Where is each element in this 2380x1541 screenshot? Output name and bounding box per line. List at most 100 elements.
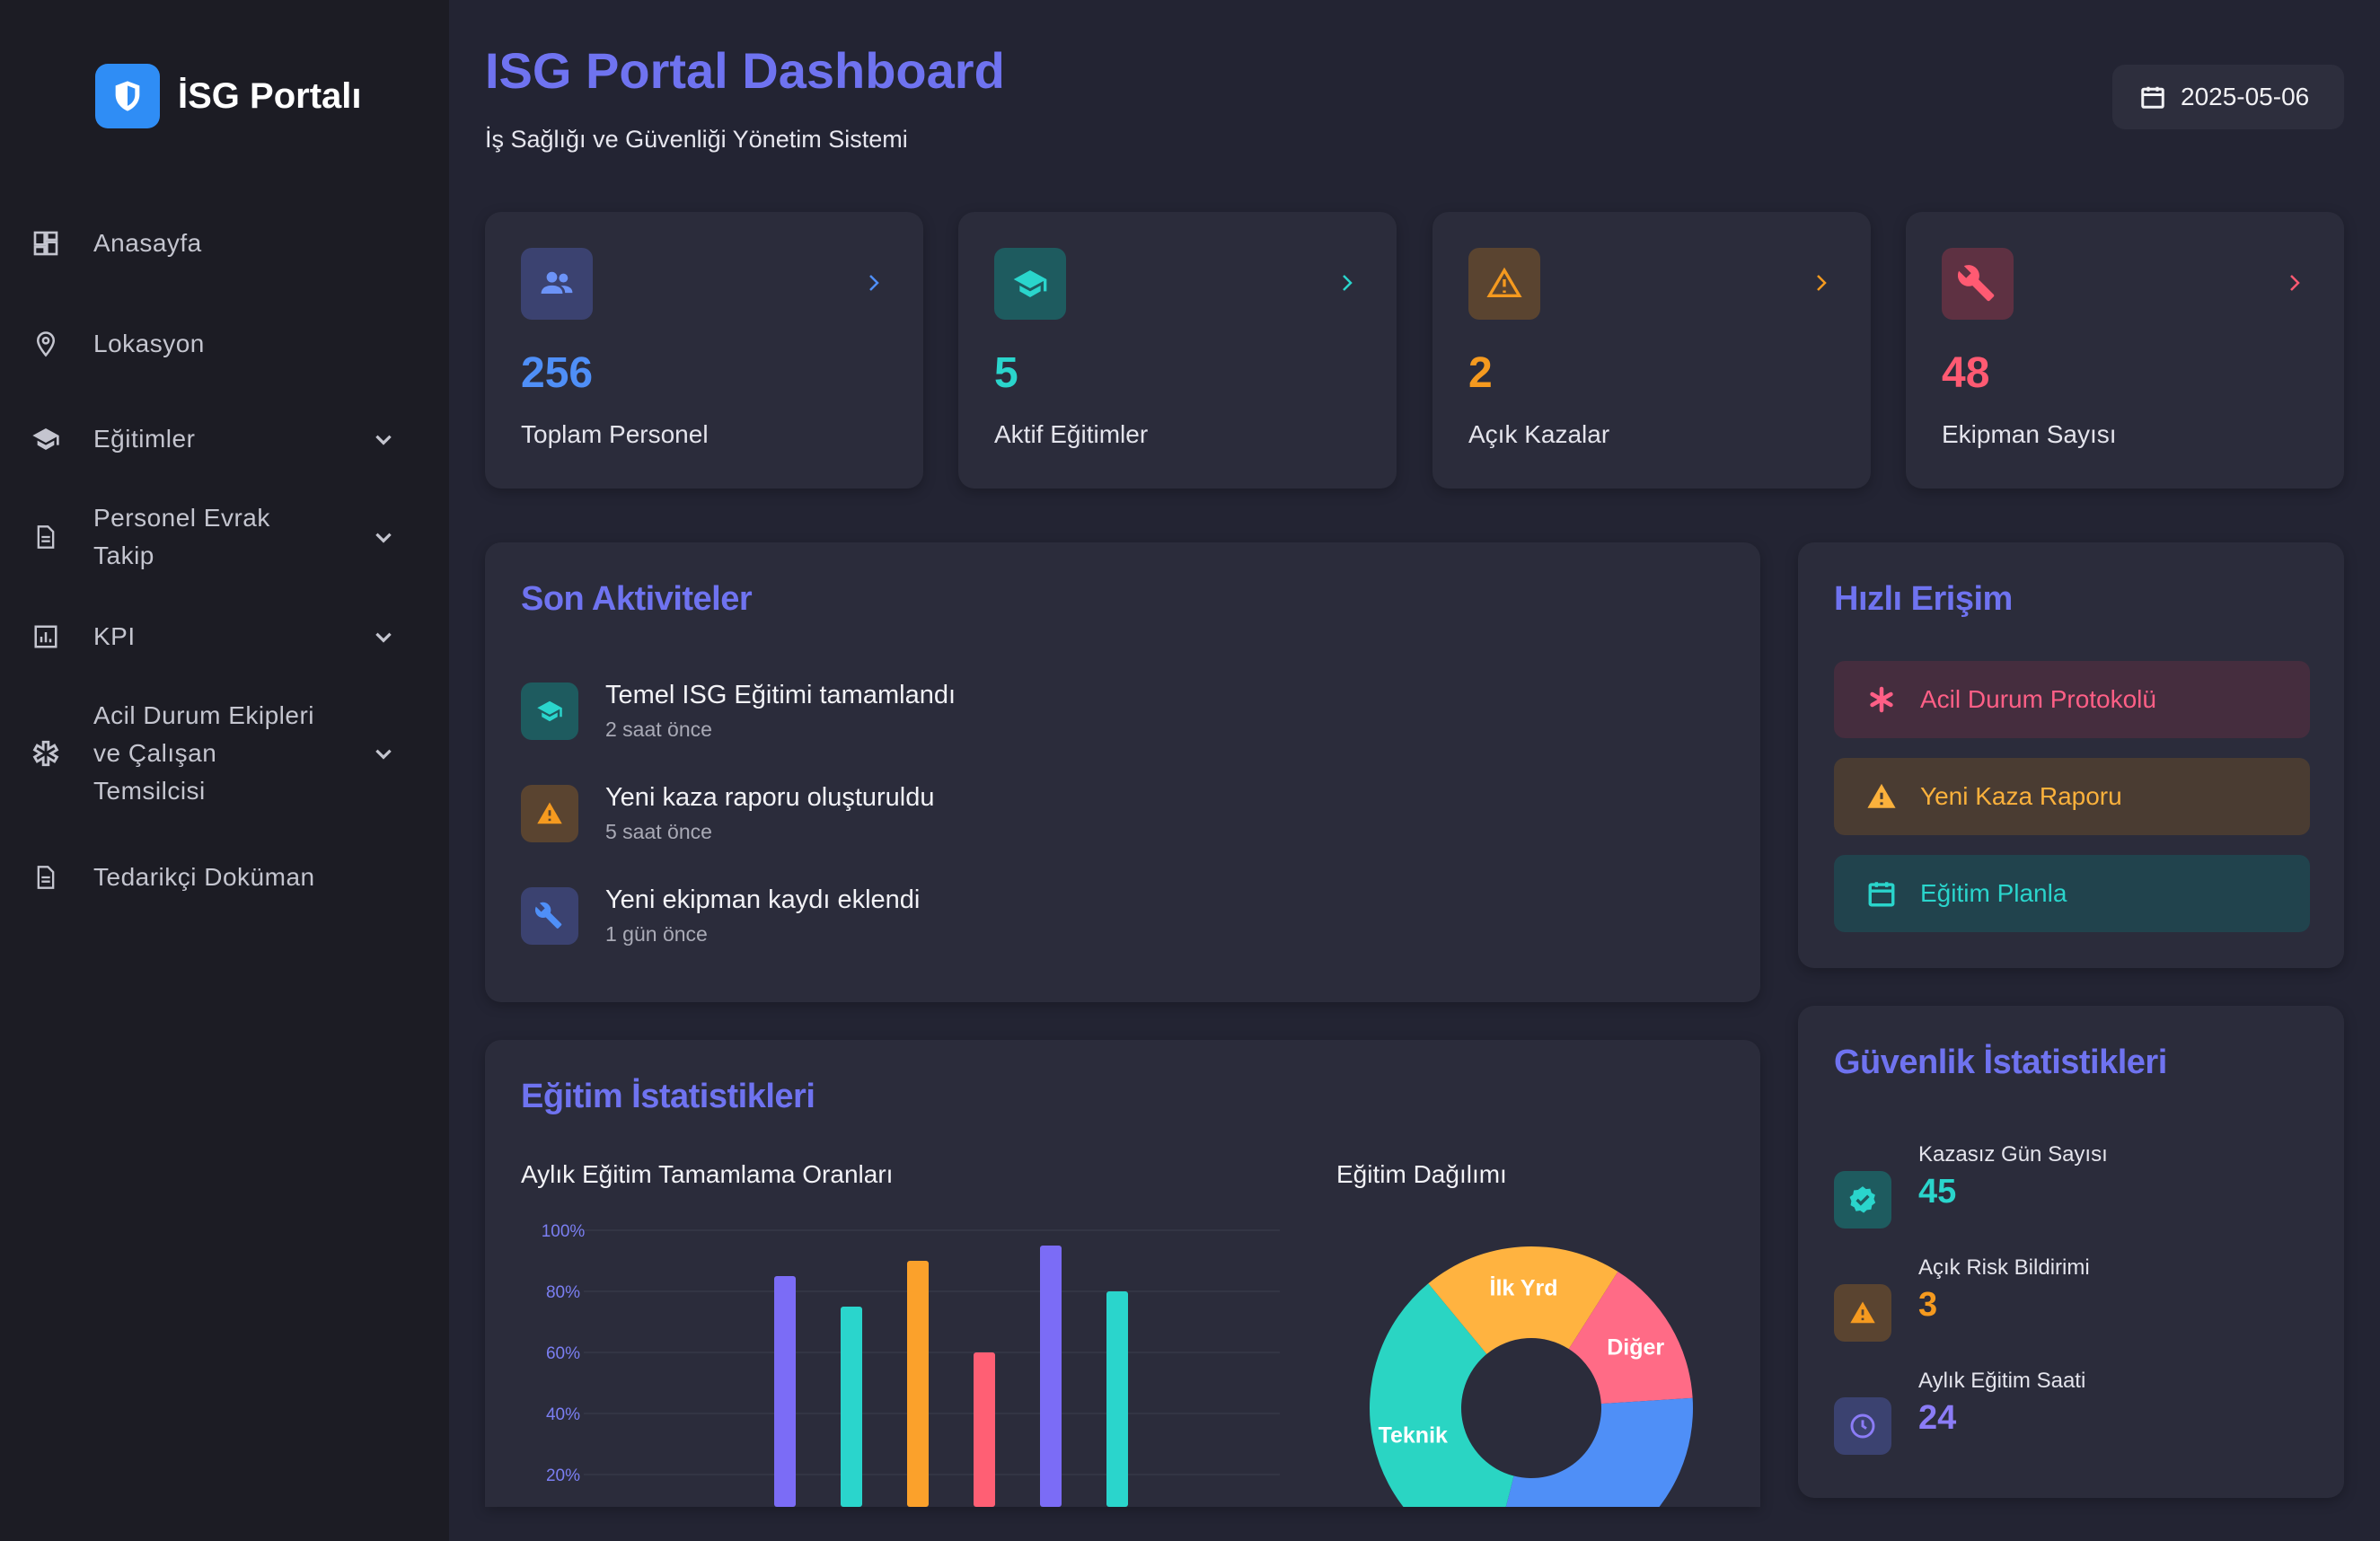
calendar-icon [1864, 876, 1899, 911]
stat-value: 48 [1942, 349, 1990, 397]
section-title: Eğitim İstatistikleri [521, 1078, 815, 1115]
bar[interactable] [841, 1307, 862, 1507]
sidebar-item-acil-durum-ekipleri[interactable]: Acil Durum Ekipleri ve Çalışan Temsilcis… [0, 697, 449, 810]
chevron-right-icon[interactable] [1808, 269, 1835, 296]
bar[interactable] [1040, 1246, 1062, 1507]
sidebar-item-tedarikci-dokuman[interactable]: Tedarikçi Doküman [0, 859, 449, 896]
button-label: Yeni Kaza Raporu [1920, 782, 2122, 810]
y-tick-label: 40% [546, 1405, 580, 1424]
y-tick-label: 80% [546, 1283, 580, 1302]
stat-label: Ekipman Sayısı [1942, 420, 2117, 448]
brand[interactable]: İSG Portalı [95, 64, 362, 128]
location-pin-icon [31, 329, 61, 359]
warning-icon [1468, 248, 1540, 320]
slice-label: Teknik [1379, 1422, 1448, 1448]
y-tick-label: 100% [542, 1222, 586, 1241]
stat-label: Toplam Personel [521, 420, 709, 448]
bar[interactable] [1106, 1291, 1128, 1507]
training-stats-card: Eğitim İstatistikleri Aylık Eğitim Tamam… [485, 1040, 1760, 1507]
sidebar-item-label: Anasayfa [93, 229, 202, 257]
sidebar-item-label-line1: Acil Durum Ekipleri [93, 701, 314, 729]
bar[interactable] [774, 1276, 796, 1507]
bar[interactable] [974, 1352, 995, 1507]
emergency-protocol-button[interactable]: Acil Durum Protokolü [1834, 661, 2310, 738]
new-accident-report-button[interactable]: Yeni Kaza Raporu [1834, 758, 2310, 835]
document-icon [31, 862, 61, 893]
date-value: 2025-05-06 [2181, 83, 2310, 110]
safety-stat-value: 24 [1918, 1399, 1957, 1437]
sidebar-item-label-line2: ve Çalışan [93, 739, 217, 767]
safety-stat-label: Kazasız Gün Sayısı [1918, 1142, 2108, 1167]
graduation-cap-icon [31, 424, 61, 454]
wrench-icon [521, 887, 578, 945]
sidebar-item-label: Lokasyon [93, 330, 205, 357]
sidebar-item-label-line3: Temsilcisi [93, 777, 206, 805]
sidebar-item-label-line1: Personel Evrak [93, 504, 270, 532]
activity-item[interactable]: Yeni ekipman kaydı eklendi 1 gün önce [521, 885, 921, 947]
stat-card-kazalar[interactable]: 2 Açık Kazalar [1432, 212, 1871, 489]
activity-item[interactable]: Temel ISG Eğitimi tamamlandı 2 saat önce [521, 681, 956, 742]
verified-badge-icon [1834, 1171, 1891, 1228]
chevron-right-icon[interactable] [860, 269, 887, 296]
stat-value: 256 [521, 349, 594, 397]
sidebar-item-label: Tedarikçi Doküman [93, 863, 315, 891]
sidebar-item-label: Eğitimler [93, 425, 196, 453]
safety-stat-item: Açık Risk Bildirimi 3 [1834, 1255, 2090, 1342]
activity-time: 5 saat önce [605, 820, 712, 843]
chevron-down-icon[interactable] [370, 740, 397, 767]
button-label: Acil Durum Protokolü [1920, 685, 2156, 713]
chevron-right-icon[interactable] [2281, 269, 2308, 296]
sidebar-item-egitimler[interactable]: Eğitimler [0, 420, 449, 458]
sidebar-item-personel-evrak-takip[interactable]: Personel Evrak Takip [0, 499, 449, 575]
chevron-down-icon[interactable] [370, 426, 397, 453]
chevron-down-icon[interactable] [370, 623, 397, 650]
slice-label: Diğer [1607, 1334, 1664, 1360]
bar-chart: 100% 80% 60% 40% 20% [542, 1222, 1280, 1507]
sidebar-item-label: KPI [93, 622, 136, 650]
section-title: Hızlı Erişim [1834, 580, 2013, 618]
plan-training-button[interactable]: Eğitim Planla [1834, 855, 2310, 932]
brand-name: İSG Portalı [178, 75, 362, 116]
bar-chart-icon [31, 621, 61, 652]
donut-slice[interactable] [1491, 1397, 1693, 1507]
page-title: ISG Portal Dashboard [485, 42, 1005, 99]
date-picker[interactable]: 2025-05-06 [2112, 65, 2344, 129]
warning-icon [1864, 779, 1899, 814]
section-title: Son Aktiviteler [521, 580, 753, 618]
bar[interactable] [907, 1261, 929, 1507]
safety-stat-value: 45 [1918, 1173, 1957, 1211]
activity-time: 1 gün önce [605, 922, 708, 946]
y-tick-label: 20% [546, 1466, 580, 1485]
quick-access-card: Hızlı Erişim Acil Durum Protokolü Yeni K… [1798, 542, 2344, 968]
section-title: Güvenlik İstatistikleri [1834, 1043, 2167, 1081]
safety-stat-item: Kazasız Gün Sayısı 45 [1834, 1142, 2108, 1228]
shield-icon [95, 64, 160, 128]
stat-card-egitimler[interactable]: 5 Aktif Eğitimler [958, 212, 1397, 489]
medical-asterisk-icon [31, 738, 61, 769]
safety-stat-item: Aylık Eğitim Saati 24 [1834, 1369, 2085, 1455]
stat-card-ekipman[interactable]: 48 Ekipman Sayısı [1906, 212, 2344, 489]
asterisk-icon [1864, 682, 1899, 717]
activity-item[interactable]: Yeni kaza raporu oluşturuldu 5 saat önce [521, 783, 935, 844]
sidebar-item-kpi[interactable]: KPI [0, 618, 449, 656]
donut-chart: İlk Yrd Diğer Teknik [1370, 1246, 1693, 1507]
activity-title: Temel ISG Eğitimi tamamlandı [605, 681, 956, 709]
safety-stat-label: Açık Risk Bildirimi [1918, 1255, 2090, 1280]
activity-title: Yeni ekipman kaydı eklendi [605, 885, 921, 914]
sidebar-item-lokasyon[interactable]: Lokasyon [0, 325, 449, 363]
safety-stat-value: 3 [1918, 1286, 1938, 1324]
dashboard-icon [31, 228, 61, 259]
slice-label: İlk Yrd [1490, 1275, 1558, 1300]
safety-stat-label: Aylık Eğitim Saati [1918, 1369, 2086, 1393]
sidebar: İSG Portalı Anasayfa Lokasyon Eğitimler … [0, 0, 449, 1541]
chevron-right-icon[interactable] [1334, 269, 1361, 296]
warning-icon [521, 785, 578, 842]
stat-value: 2 [1468, 349, 1493, 397]
sidebar-item-label-line2: Takip [93, 542, 154, 569]
chevron-down-icon[interactable] [370, 524, 397, 550]
graduation-cap-icon [521, 682, 578, 740]
clock-icon [1834, 1397, 1891, 1455]
sidebar-item-anasayfa[interactable]: Anasayfa [0, 225, 449, 262]
stat-card-personel[interactable]: 256 Toplam Personel [485, 212, 923, 489]
safety-stats-card: Güvenlik İstatistikleri Kazasız Gün Sayı… [1798, 1006, 2344, 1498]
